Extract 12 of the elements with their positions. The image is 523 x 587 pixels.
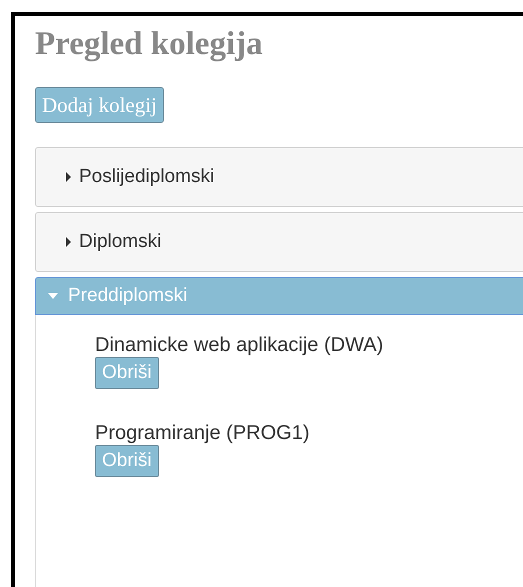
accordion-header[interactable]: Poslijediplomski [35,147,523,207]
accordion-header[interactable]: Diplomski [35,212,523,272]
caret-down-icon [48,293,58,299]
add-course-button[interactable]: Dodaj kolegij [35,87,164,123]
caret-right-icon [66,237,71,247]
accordion-header[interactable]: Preddiplomski [35,277,523,315]
delete-button[interactable]: Obriši [95,357,159,389]
course-name: Dinamicke web aplikacije (DWA) [95,333,384,357]
page-title: Pregled kolegija [35,28,263,61]
course-name: Programiranje (PROG1) [95,421,310,445]
delete-button[interactable]: Obriši [95,445,159,477]
caret-right-icon [66,172,71,182]
